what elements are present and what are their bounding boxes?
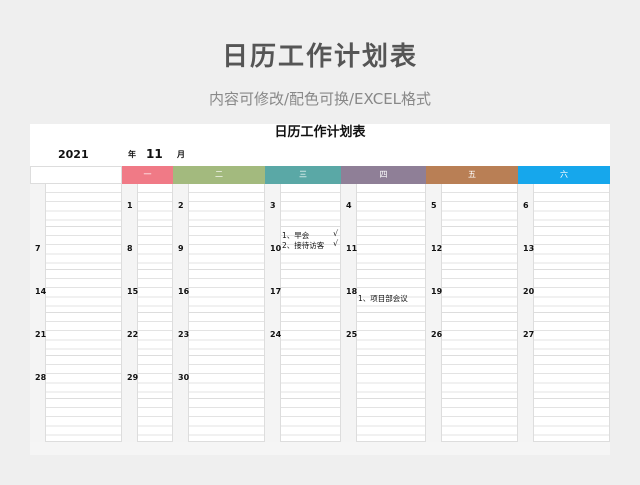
weekday-header-sunday xyxy=(30,166,122,184)
day-number-column xyxy=(518,399,534,442)
note-item[interactable]: 1、项目部会议 xyxy=(358,293,408,304)
weekday-header-sat: 六 xyxy=(518,166,610,184)
weekday-header-thu: 四 xyxy=(341,166,426,184)
weekday-header-wed: 三 xyxy=(265,166,341,184)
calendar-grid: 1 2 3 4 5 6 7 8 9 10 11 12 13 14 15 16 17 18 19 20 21 22 23 24 2… xyxy=(30,184,610,442)
calendar-sheet: 日历工作计划表 2021 年 11 月 一 二 三 四 五 六 12345678… xyxy=(30,124,610,455)
year-label: 年 xyxy=(128,150,136,159)
weekday-header-fri: 五 xyxy=(426,166,518,184)
day-number: 10 xyxy=(270,244,282,253)
day-number: 30 xyxy=(178,373,190,382)
day-number: 23 xyxy=(178,330,190,339)
day-number: 11 xyxy=(346,244,358,253)
day-number-column xyxy=(426,356,442,399)
day-number: 20 xyxy=(523,287,535,296)
day-number: 9 xyxy=(178,244,184,253)
day-number-column xyxy=(30,399,46,442)
day-number: 4 xyxy=(346,201,352,210)
sheet-title: 日历工作计划表 xyxy=(274,125,366,140)
day-number: 1 xyxy=(127,201,133,210)
day-number: 19 xyxy=(431,287,443,296)
year-value[interactable]: 2021 xyxy=(58,148,89,161)
day-number: 3 xyxy=(270,201,276,210)
day-number: 2 xyxy=(178,201,184,210)
day-number: 5 xyxy=(431,201,437,210)
day-number-column xyxy=(341,399,357,442)
day-number-column xyxy=(426,399,442,442)
day-number-column xyxy=(518,356,534,399)
day-number: 22 xyxy=(127,330,139,339)
day-number: 27 xyxy=(523,330,535,339)
day-number-column xyxy=(30,184,46,227)
day-number: 18 xyxy=(346,287,358,296)
sheet-footer xyxy=(30,442,610,455)
day-number: 12 xyxy=(431,244,443,253)
day-number-column xyxy=(122,399,138,442)
check-mark: √ xyxy=(333,229,339,238)
check-mark: √ xyxy=(333,239,339,248)
page-subtitle: 内容可修改/配色可换/EXCEL格式 xyxy=(208,90,432,108)
day-number-column xyxy=(265,356,281,399)
day-number: 29 xyxy=(127,373,139,382)
day-number: 15 xyxy=(127,287,139,296)
day-number: 26 xyxy=(431,330,443,339)
day-number: 14 xyxy=(35,287,47,296)
day-number: 6 xyxy=(523,201,529,210)
weekday-header-tue: 二 xyxy=(173,166,265,184)
month-value[interactable]: 11 xyxy=(146,147,163,161)
day-number: 13 xyxy=(523,244,535,253)
weekday-header-mon: 一 xyxy=(122,166,173,184)
day-number: 8 xyxy=(127,244,133,253)
day-number-column xyxy=(265,399,281,442)
day-number: 7 xyxy=(35,244,41,253)
page-title: 日历工作计划表 xyxy=(221,42,418,72)
day-number-column xyxy=(173,399,189,442)
day-number: 21 xyxy=(35,330,47,339)
day-number: 24 xyxy=(270,330,282,339)
day-number: 25 xyxy=(346,330,358,339)
month-label: 月 xyxy=(177,150,185,159)
day-number-column xyxy=(341,356,357,399)
note-item[interactable]: 2、接待访客 xyxy=(282,240,324,251)
day-number: 28 xyxy=(35,373,47,382)
day-number: 17 xyxy=(270,287,282,296)
day-number: 16 xyxy=(178,287,190,296)
